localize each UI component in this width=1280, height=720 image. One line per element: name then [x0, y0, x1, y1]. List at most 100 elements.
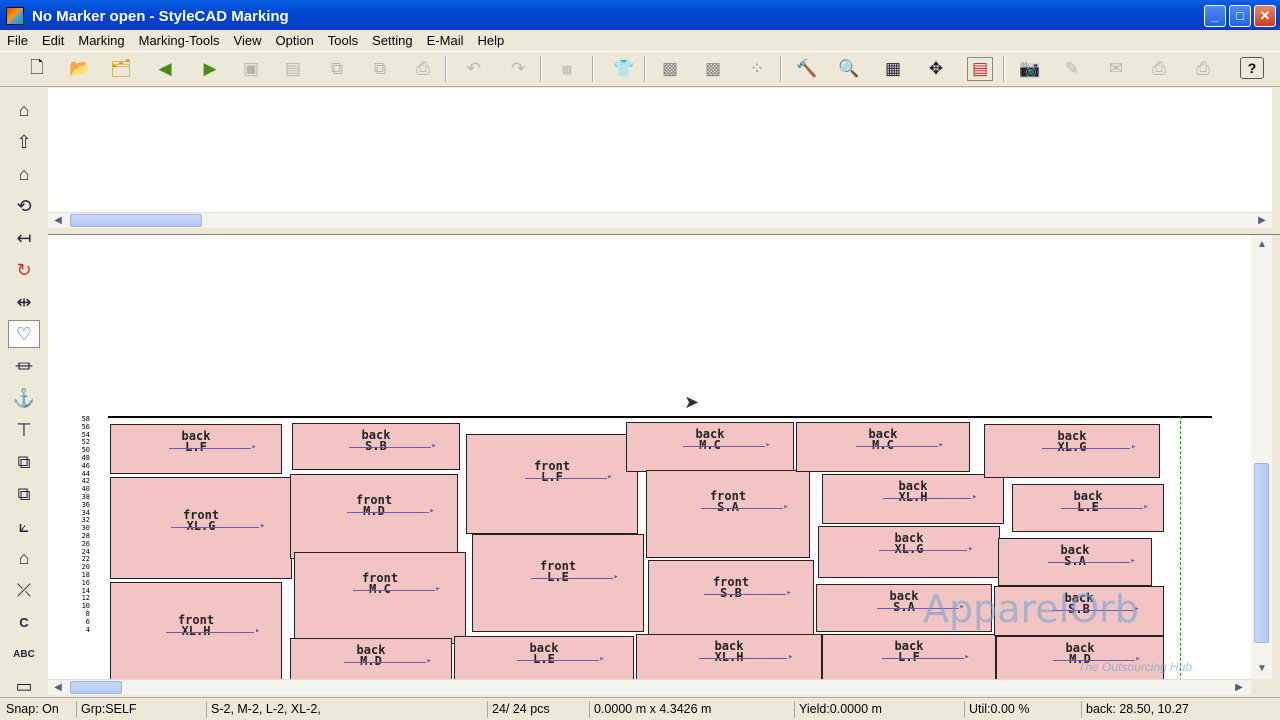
pattern-piece[interactable]: backM.C	[626, 422, 794, 472]
cross-icon[interactable]: ⤫	[8, 576, 40, 604]
pattern-grid-icon[interactable]: ▩	[657, 57, 683, 81]
pattern-piece[interactable]: frontM.D	[290, 474, 458, 559]
overview-horizontal-scrollbar[interactable]: ◀ ▶	[48, 212, 1272, 228]
close-button[interactable]: ✕	[1254, 5, 1276, 27]
menu-file[interactable]: File	[0, 33, 35, 48]
align-icon[interactable]: ⟀	[8, 512, 40, 540]
scroll-down-icon[interactable]: ▼	[1254, 661, 1270, 676]
pattern-piece[interactable]: backXL.G	[984, 424, 1160, 478]
watermark-logo: ApparelOrb	[923, 587, 1139, 631]
redo-icon[interactable]: ↷	[505, 57, 531, 81]
overlap-icon[interactable]: ⧉	[8, 448, 40, 476]
pattern-piece[interactable]: frontXL.G	[110, 477, 292, 579]
hammer-icon[interactable]: 🔨	[794, 57, 820, 81]
move-icon[interactable]: ✥	[923, 57, 949, 81]
copy-icon[interactable]: ⧉	[324, 57, 350, 81]
help-icon[interactable]: ?	[1240, 57, 1264, 79]
scroll-thumb[interactable]	[70, 214, 202, 227]
up-arrow-icon[interactable]: ⇧	[8, 128, 40, 156]
next-icon[interactable]: ▶	[197, 57, 223, 81]
menu-view[interactable]: View	[227, 33, 269, 48]
camera-icon[interactable]: 📷	[1017, 57, 1043, 81]
scroll-up-icon[interactable]: ▲	[1254, 237, 1270, 252]
menu-edit[interactable]: Edit	[35, 33, 71, 48]
grid-icon[interactable]: ▦	[880, 57, 906, 81]
overview-pane[interactable]	[48, 88, 1272, 212]
scroll-right-icon[interactable]: ▶	[1254, 213, 1270, 228]
text-icon[interactable]: C	[8, 608, 40, 636]
zoom-icon[interactable]: 🔍	[836, 57, 862, 81]
pattern-grid-2-icon[interactable]: ▩	[700, 57, 726, 81]
select-piece-icon[interactable]: ♡	[8, 320, 40, 348]
pattern-piece[interactable]: frontXL.H	[110, 582, 282, 679]
pattern-piece[interactable]: backL.E	[454, 636, 634, 679]
maximize-button[interactable]: □	[1229, 5, 1251, 27]
layout-icon[interactable]: ⌂	[8, 160, 40, 188]
pattern-piece[interactable]: frontM.C	[294, 552, 466, 644]
pattern-piece[interactable]: backL.F	[822, 634, 996, 679]
menu-help[interactable]: Help	[470, 33, 511, 48]
minimize-button[interactable]: _	[1204, 5, 1226, 27]
pattern-piece[interactable]: backS.A	[998, 538, 1152, 586]
pane-splitter[interactable]	[48, 228, 1280, 235]
plotter-icon[interactable]: ⎙	[1146, 57, 1172, 81]
pattern-piece[interactable]: frontS.B	[648, 560, 814, 640]
marker-vertical-scrollbar[interactable]: ▲ ▼	[1251, 235, 1272, 679]
stack-icon[interactable]: ⌂	[8, 544, 40, 572]
paste-icon[interactable]: ⧉	[367, 57, 393, 81]
menu-marking-tools[interactable]: Marking-Tools	[132, 33, 227, 48]
pattern-piece[interactable]: backXL.H	[636, 634, 822, 679]
pattern-dots-icon[interactable]: ⁘	[744, 57, 770, 81]
edit-tool-icon[interactable]: ✎	[1059, 57, 1085, 81]
pattern-piece[interactable]: frontL.F	[466, 434, 638, 534]
scroll-left-icon[interactable]: ◀	[50, 680, 66, 695]
open-folder-icon[interactable]: 📂	[67, 57, 93, 81]
pattern-piece[interactable]: frontS.A	[646, 470, 810, 558]
pattern-piece[interactable]: backM.C	[796, 422, 970, 472]
menu-setting[interactable]: Setting	[365, 33, 419, 48]
menu-marking[interactable]: Marking	[71, 33, 131, 48]
scroll-right-icon[interactable]: ▶	[1231, 680, 1247, 695]
pattern-piece[interactable]: backXL.G	[818, 526, 1000, 578]
title-bar: No Marker open - StyleCAD Marking _ □ ✕	[0, 0, 1280, 32]
flip-icon[interactable]: ↤	[8, 224, 40, 252]
menu-tools[interactable]: Tools	[321, 33, 365, 48]
pattern-piece[interactable]: frontL.E	[472, 534, 644, 632]
pattern-piece[interactable]: backL.E	[1012, 484, 1164, 532]
marker-icon[interactable]: ▤	[967, 57, 993, 81]
menu-email[interactable]: E-Mail	[420, 33, 471, 48]
home-icon[interactable]: ⌂	[8, 96, 40, 124]
scroll-left-icon[interactable]: ◀	[50, 213, 66, 228]
email-icon[interactable]: ✉	[1103, 57, 1129, 81]
anchor-icon[interactable]: ⚓	[8, 384, 40, 412]
open-multiple-icon[interactable]: 🗂	[108, 57, 134, 81]
pattern-piece[interactable]: backXL.H	[822, 474, 1004, 524]
pattern-piece[interactable]: backL.F	[110, 424, 282, 474]
marker-canvas[interactable]: 58 56 54 52 50 48 46 44 42 40 38 36 34 3…	[48, 235, 1251, 679]
scroll-thumb[interactable]	[1254, 463, 1269, 643]
marker-horizontal-scrollbar[interactable]: ◀ ▶	[48, 679, 1251, 695]
watermark-tagline: The Outsourcing Hub	[1078, 660, 1193, 674]
rotate-icon[interactable]: ⟲	[8, 192, 40, 220]
previous-icon[interactable]: ◀	[152, 57, 178, 81]
scroll-thumb[interactable]	[70, 681, 122, 694]
rotate-piece-icon[interactable]: ↻	[8, 256, 40, 284]
undo-icon[interactable]: ↶	[461, 57, 487, 81]
info-icon[interactable]: ▦	[554, 57, 580, 81]
marker-end-line	[1180, 416, 1181, 679]
ruler-icon[interactable]: ▭	[8, 672, 40, 700]
hanger-icon[interactable]: ⏛	[8, 352, 40, 380]
save-as-icon[interactable]: ▤	[280, 57, 306, 81]
new-file-icon[interactable]: 🗋	[24, 57, 50, 81]
garment-icon[interactable]: 👕	[611, 57, 637, 81]
split-icon[interactable]: ⇹	[8, 288, 40, 316]
cutter-icon[interactable]: ⎙	[1190, 57, 1216, 81]
group-icon[interactable]: ⧉	[8, 480, 40, 508]
pin-icon[interactable]: ⊤	[8, 416, 40, 444]
abc-icon[interactable]: ABC	[8, 640, 40, 668]
pattern-piece[interactable]: backS.B	[292, 423, 460, 470]
pattern-piece[interactable]: backM.D	[290, 638, 452, 679]
menu-option[interactable]: Option	[268, 33, 320, 48]
print-icon[interactable]: ⎙	[410, 57, 436, 81]
save-icon[interactable]: ▣	[238, 57, 264, 81]
